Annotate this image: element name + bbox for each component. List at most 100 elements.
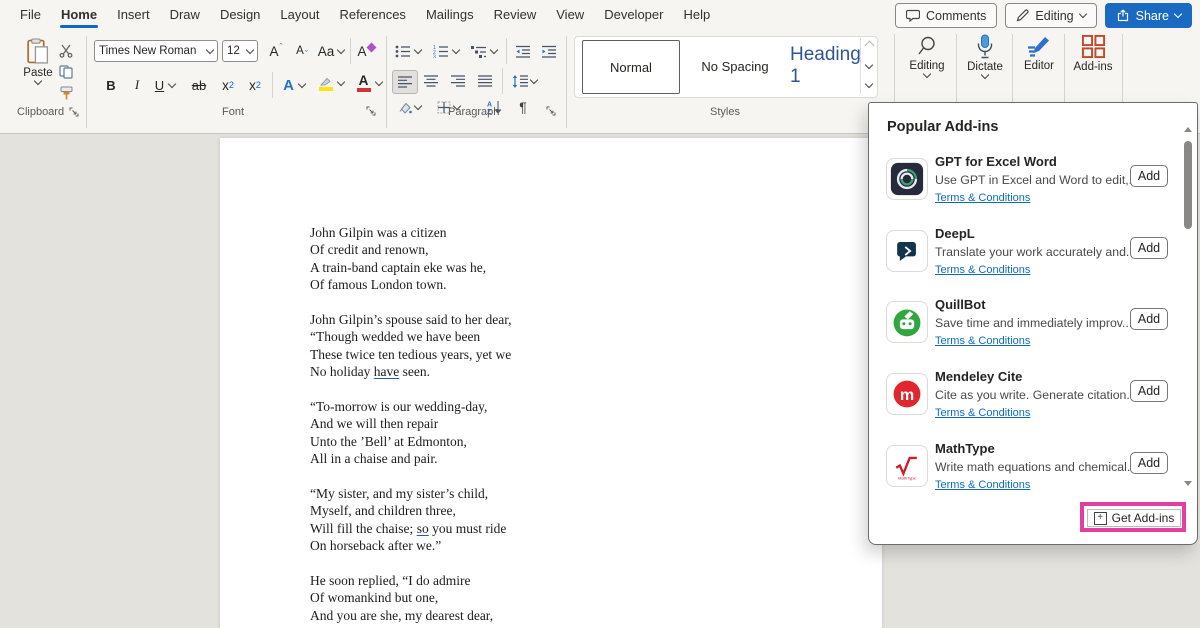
- styles-gallery-more[interactable]: [860, 76, 877, 94]
- menu-tab-design[interactable]: Design: [210, 0, 270, 30]
- justify-button[interactable]: [473, 70, 497, 92]
- format-painter-button[interactable]: [56, 84, 76, 102]
- search-icon: [915, 34, 939, 58]
- comments-button[interactable]: Comments: [895, 3, 997, 28]
- addins-button[interactable]: Add-ins: [1066, 34, 1120, 73]
- terms-and-conditions-link[interactable]: Terms & Conditions: [935, 407, 1030, 419]
- menu-tab-help[interactable]: Help: [673, 0, 720, 30]
- align-right-button[interactable]: [446, 70, 470, 92]
- dictate-button[interactable]: Dictate: [960, 34, 1010, 78]
- shading-button[interactable]: [394, 98, 424, 116]
- line-spacing-button[interactable]: [508, 70, 540, 92]
- addin-description: Use GPT in Excel and Word to edit,...: [935, 173, 1131, 187]
- add-button[interactable]: Add: [1130, 165, 1168, 187]
- strikethrough-button[interactable]: ab: [186, 74, 212, 96]
- addin-item: GPT for Excel Word Use GPT in Excel and W…: [869, 147, 1181, 219]
- menu-tab-home[interactable]: Home: [51, 0, 107, 30]
- change-case-button[interactable]: Aa: [316, 40, 346, 62]
- editing-button[interactable]: Editing: [900, 34, 954, 77]
- superscript-button[interactable]: x2: [243, 74, 267, 96]
- menu-tab-layout[interactable]: Layout: [270, 0, 329, 30]
- chevron-down-icon: [206, 45, 214, 53]
- terms-and-conditions-link[interactable]: Terms & Conditions: [935, 192, 1030, 204]
- addin-description: Save time and immediately improv...: [935, 316, 1131, 330]
- addins-scrollbar[interactable]: [1182, 111, 1194, 493]
- addin-item: QuillBot Save time and immediately improv…: [869, 290, 1181, 362]
- bullets-button[interactable]: [392, 40, 424, 62]
- menu-tab-file[interactable]: File: [10, 0, 51, 30]
- italic-button[interactable]: I: [126, 74, 148, 96]
- get-addins-button[interactable]: + Get Add-ins: [1087, 509, 1181, 527]
- font-size-combo[interactable]: 12: [222, 40, 258, 62]
- add-button[interactable]: Add: [1130, 308, 1168, 330]
- styles-scroll-down[interactable]: [860, 57, 877, 75]
- font-group-label: Font: [222, 106, 244, 118]
- addins-panel: Popular Add-ins GPT for Excel WordUse GP…: [868, 102, 1198, 545]
- addins-list: GPT for Excel Word Use GPT in Excel and W…: [869, 147, 1181, 495]
- text-highlight-button[interactable]: [314, 72, 348, 94]
- share-button[interactable]: Share: [1105, 3, 1192, 28]
- cut-button[interactable]: [56, 42, 76, 60]
- add-button[interactable]: Add: [1130, 452, 1168, 474]
- terms-and-conditions-link[interactable]: Terms & Conditions: [935, 264, 1030, 276]
- terms-and-conditions-link[interactable]: Terms & Conditions: [935, 479, 1030, 491]
- terms-and-conditions-link[interactable]: Terms & Conditions: [935, 335, 1030, 347]
- menu-tab-draw[interactable]: Draw: [160, 0, 210, 30]
- copy-button[interactable]: [56, 63, 76, 81]
- menu-tab-references[interactable]: References: [329, 0, 415, 30]
- chevron-down-icon: [529, 75, 537, 83]
- text-effects-button[interactable]: A: [278, 74, 310, 96]
- menu-tab-review[interactable]: Review: [484, 0, 547, 30]
- underline-button[interactable]: U: [150, 74, 180, 96]
- scroll-up-icon[interactable]: [1184, 125, 1192, 133]
- paste-button[interactable]: Paste: [16, 38, 60, 84]
- poem-line: Of credit and renown,: [310, 241, 512, 258]
- chevron-down-icon: [414, 45, 422, 53]
- dialog-launcher-icon[interactable]: [69, 107, 79, 117]
- document-page[interactable]: John Gilpin was a citizenOf credit and r…: [220, 138, 882, 628]
- chevron-down-icon: [1078, 10, 1086, 18]
- menu-tab-mailings[interactable]: Mailings: [416, 0, 484, 30]
- svg-text:MathType: MathType: [898, 475, 916, 480]
- style-no-spacing[interactable]: No Spacing: [688, 40, 782, 92]
- quillbot-icon: [886, 301, 928, 343]
- poem-stanza: He soon replied, “I do admireOf womankin…: [310, 572, 512, 624]
- menu-tab-insert[interactable]: Insert: [107, 0, 160, 30]
- titlebar: FileHomeInsertDrawDesignLayoutReferences…: [0, 0, 1200, 30]
- addin-name: GPT for Excel Word: [935, 154, 1057, 169]
- addin-name: QuillBot: [935, 297, 986, 312]
- font-name-combo[interactable]: Times New Roman: [94, 40, 218, 62]
- editor-button[interactable]: Editor: [1014, 34, 1064, 72]
- clipboard-paste-icon: [26, 38, 50, 65]
- menu-tab-view[interactable]: View: [546, 0, 594, 30]
- numbering-button[interactable]: 123: [430, 40, 462, 62]
- poem-stanza: John Gilpin was a citizenOf credit and r…: [310, 224, 512, 294]
- scroll-down-icon[interactable]: [1184, 479, 1192, 487]
- subscript-button[interactable]: x2: [216, 74, 240, 96]
- poem-line: On horseback after we.”: [310, 537, 512, 554]
- clear-formatting-button[interactable]: A: [354, 40, 378, 62]
- editing-mode-button[interactable]: Editing: [1005, 3, 1096, 28]
- pilcrow-button[interactable]: ¶: [512, 98, 534, 116]
- align-center-button[interactable]: [419, 70, 443, 92]
- menu-tab-developer[interactable]: Developer: [594, 0, 673, 30]
- paragraph-dialog-launcher[interactable]: [546, 106, 556, 116]
- chevron-down-icon: [337, 45, 345, 53]
- scrollbar-thumb[interactable]: [1184, 141, 1192, 229]
- increase-indent-button[interactable]: [537, 40, 561, 62]
- font-dialog-launcher[interactable]: [366, 106, 376, 116]
- align-left-button[interactable]: [392, 70, 418, 94]
- decrease-indent-button[interactable]: [511, 40, 535, 62]
- add-button[interactable]: Add: [1130, 237, 1168, 259]
- styles-scroll-up[interactable]: [860, 38, 877, 56]
- font-color-button[interactable]: A: [352, 72, 386, 94]
- style-normal[interactable]: Normal: [582, 40, 680, 94]
- bold-button[interactable]: B: [100, 74, 122, 96]
- poem-stanza: John Gilpin’s spouse said to her dear,“T…: [310, 311, 512, 381]
- add-button[interactable]: Add: [1130, 380, 1168, 402]
- grow-font-button[interactable]: Aˆ: [264, 40, 288, 62]
- shrink-font-button[interactable]: Aˇ: [290, 40, 314, 62]
- multilevel-list-button[interactable]: [468, 40, 500, 62]
- svg-text:m: m: [900, 386, 914, 404]
- poem-line: And you are she, my dearest dear,: [310, 607, 512, 624]
